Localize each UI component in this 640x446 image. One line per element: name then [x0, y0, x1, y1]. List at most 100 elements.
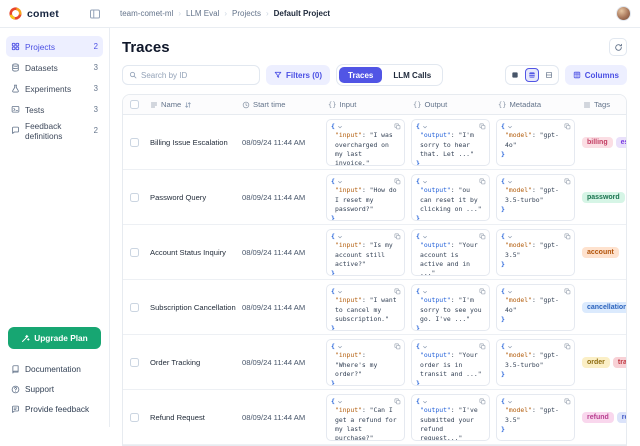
row-checkbox[interactable]	[130, 193, 139, 202]
table-row[interactable]: Refund Request 08/09/24 11:44 AM {"input…	[123, 390, 626, 445]
trace-name[interactable]: Account Status Inquiry	[145, 225, 237, 280]
sidebar-collapse-icon[interactable]	[89, 8, 101, 20]
copy-icon[interactable]	[564, 288, 571, 295]
filters-button[interactable]: Filters (0)	[266, 65, 330, 85]
copy-icon[interactable]	[564, 343, 571, 350]
copy-icon[interactable]	[394, 233, 401, 240]
sidebar-item-experiments[interactable]: Experiments 3	[6, 78, 103, 99]
chevron-down-icon[interactable]	[422, 124, 428, 130]
density-comfortable-button[interactable]	[542, 68, 556, 82]
copy-icon[interactable]	[394, 178, 401, 185]
copy-icon[interactable]	[564, 233, 571, 240]
column-header-start-time[interactable]: Start time	[237, 95, 323, 114]
output-json-preview[interactable]: {"output": "I'm sorry to hear that. Let …	[411, 119, 490, 166]
density-default-button[interactable]	[525, 68, 539, 82]
output-json-preview[interactable]: {"output": "Your order is in transit and…	[411, 339, 490, 386]
avatar[interactable]	[616, 6, 631, 21]
column-header-metadata[interactable]: {}Metadata	[493, 95, 578, 114]
copy-icon[interactable]	[479, 123, 486, 130]
chevron-down-icon[interactable]	[422, 179, 428, 185]
refresh-button[interactable]	[609, 38, 627, 56]
metadata-json-preview[interactable]: {"model": "gpt-4o"}	[496, 284, 575, 331]
tab-llm-calls[interactable]: LLM Calls	[384, 67, 440, 83]
chevron-down-icon[interactable]	[507, 289, 513, 295]
output-json-preview[interactable]: {"output": "Your account is active and i…	[411, 229, 490, 276]
copy-icon[interactable]	[479, 398, 486, 405]
chevron-down-icon[interactable]	[507, 344, 513, 350]
sidebar-item-projects[interactable]: Projects 2	[6, 36, 103, 57]
chevron-down-icon[interactable]	[507, 179, 513, 185]
column-header-name[interactable]: Name	[145, 95, 237, 114]
chevron-down-icon[interactable]	[422, 234, 428, 240]
tag-order[interactable]: order	[582, 357, 610, 368]
breadcrumb-item[interactable]: team-comet-ml	[120, 9, 173, 18]
input-json-preview[interactable]: {"input": "Is my account still active?"}	[326, 229, 405, 276]
column-header-tags[interactable]: Tags	[578, 95, 626, 114]
chevron-down-icon[interactable]	[422, 344, 428, 350]
trace-name[interactable]: Refund Request	[145, 390, 237, 445]
chevron-down-icon[interactable]	[337, 289, 343, 295]
output-json-preview[interactable]: {"output": "I've submitted your refund r…	[411, 394, 490, 441]
tag-billing[interactable]: billing	[582, 137, 613, 148]
row-checkbox[interactable]	[130, 248, 139, 257]
chevron-down-icon[interactable]	[507, 124, 513, 130]
table-row[interactable]: Billing Issue Escalation 08/09/24 11:44 …	[123, 115, 626, 170]
chevron-down-icon[interactable]	[422, 399, 428, 405]
tag-escalation[interactable]: escalation	[616, 137, 626, 148]
input-json-preview[interactable]: {"input": "How do I reset my password?"}	[326, 174, 405, 221]
copy-icon[interactable]	[479, 288, 486, 295]
row-checkbox[interactable]	[130, 138, 139, 147]
tag-refund[interactable]: refund	[582, 412, 614, 423]
breadcrumb-item[interactable]: Projects	[232, 9, 261, 18]
breadcrumb-item[interactable]: LLM Eval	[186, 9, 219, 18]
metadata-json-preview[interactable]: {"model": "gpt-3.5"}	[496, 394, 575, 441]
tag-account[interactable]: account	[582, 247, 619, 258]
input-json-preview[interactable]: {"input": "I was overcharged on my last …	[326, 119, 405, 166]
columns-button[interactable]: Columns	[565, 65, 627, 85]
copy-icon[interactable]	[479, 233, 486, 240]
tag-password[interactable]: password	[582, 192, 625, 203]
upgrade-plan-button[interactable]: Upgrade Plan	[8, 327, 101, 349]
copy-icon[interactable]	[394, 123, 401, 130]
chevron-down-icon[interactable]	[337, 179, 343, 185]
output-json-preview[interactable]: {"output": "ou can reset it by clicking …	[411, 174, 490, 221]
copy-icon[interactable]	[479, 178, 486, 185]
chevron-down-icon[interactable]	[337, 344, 343, 350]
density-compact-button[interactable]	[508, 68, 522, 82]
metadata-json-preview[interactable]: {"model": "gpt-3.5-turbo"}	[496, 174, 575, 221]
copy-icon[interactable]	[394, 398, 401, 405]
search-box[interactable]	[122, 65, 260, 85]
column-header-output[interactable]: {}Output	[408, 95, 493, 114]
sort-icon[interactable]	[184, 101, 192, 109]
tag-cancellation[interactable]: cancellation	[582, 302, 626, 313]
chevron-down-icon[interactable]	[422, 289, 428, 295]
trace-name[interactable]: Subscription Cancellation	[145, 280, 237, 335]
select-all-checkbox[interactable]	[130, 100, 139, 109]
sidebar-footer-provide-feedback[interactable]: Provide feedback	[6, 399, 103, 419]
sidebar-item-tests[interactable]: Tests 3	[6, 99, 103, 120]
tag-request[interactable]: request	[617, 412, 626, 423]
copy-icon[interactable]	[394, 343, 401, 350]
trace-name[interactable]: Billing Issue Escalation	[145, 115, 237, 170]
output-json-preview[interactable]: {"output": "I'm sorry to see you go. I'v…	[411, 284, 490, 331]
metadata-json-preview[interactable]: {"model": "gpt-3.5"}	[496, 229, 575, 276]
sidebar-footer-documentation[interactable]: Documentation	[6, 359, 103, 379]
input-json-preview[interactable]: {"input": "Can I get a refund for my las…	[326, 394, 405, 441]
metadata-json-preview[interactable]: {"model": "gpt-4o"}	[496, 119, 575, 166]
sidebar-item-datasets[interactable]: Datasets 3	[6, 57, 103, 78]
table-row[interactable]: Password Query 08/09/24 11:44 AM {"input…	[123, 170, 626, 225]
copy-icon[interactable]	[479, 343, 486, 350]
copy-icon[interactable]	[564, 123, 571, 130]
chevron-down-icon[interactable]	[337, 399, 343, 405]
copy-icon[interactable]	[564, 178, 571, 185]
row-checkbox[interactable]	[130, 413, 139, 422]
chevron-down-icon[interactable]	[337, 124, 343, 130]
copy-icon[interactable]	[394, 288, 401, 295]
column-header-input[interactable]: {}Input	[323, 95, 408, 114]
chevron-down-icon[interactable]	[507, 399, 513, 405]
row-checkbox[interactable]	[130, 303, 139, 312]
table-row[interactable]: Subscription Cancellation 08/09/24 11:44…	[123, 280, 626, 335]
chevron-down-icon[interactable]	[507, 234, 513, 240]
trace-name[interactable]: Password Query	[145, 170, 237, 225]
table-row[interactable]: Order Tracking 08/09/24 11:44 AM {"input…	[123, 335, 626, 390]
